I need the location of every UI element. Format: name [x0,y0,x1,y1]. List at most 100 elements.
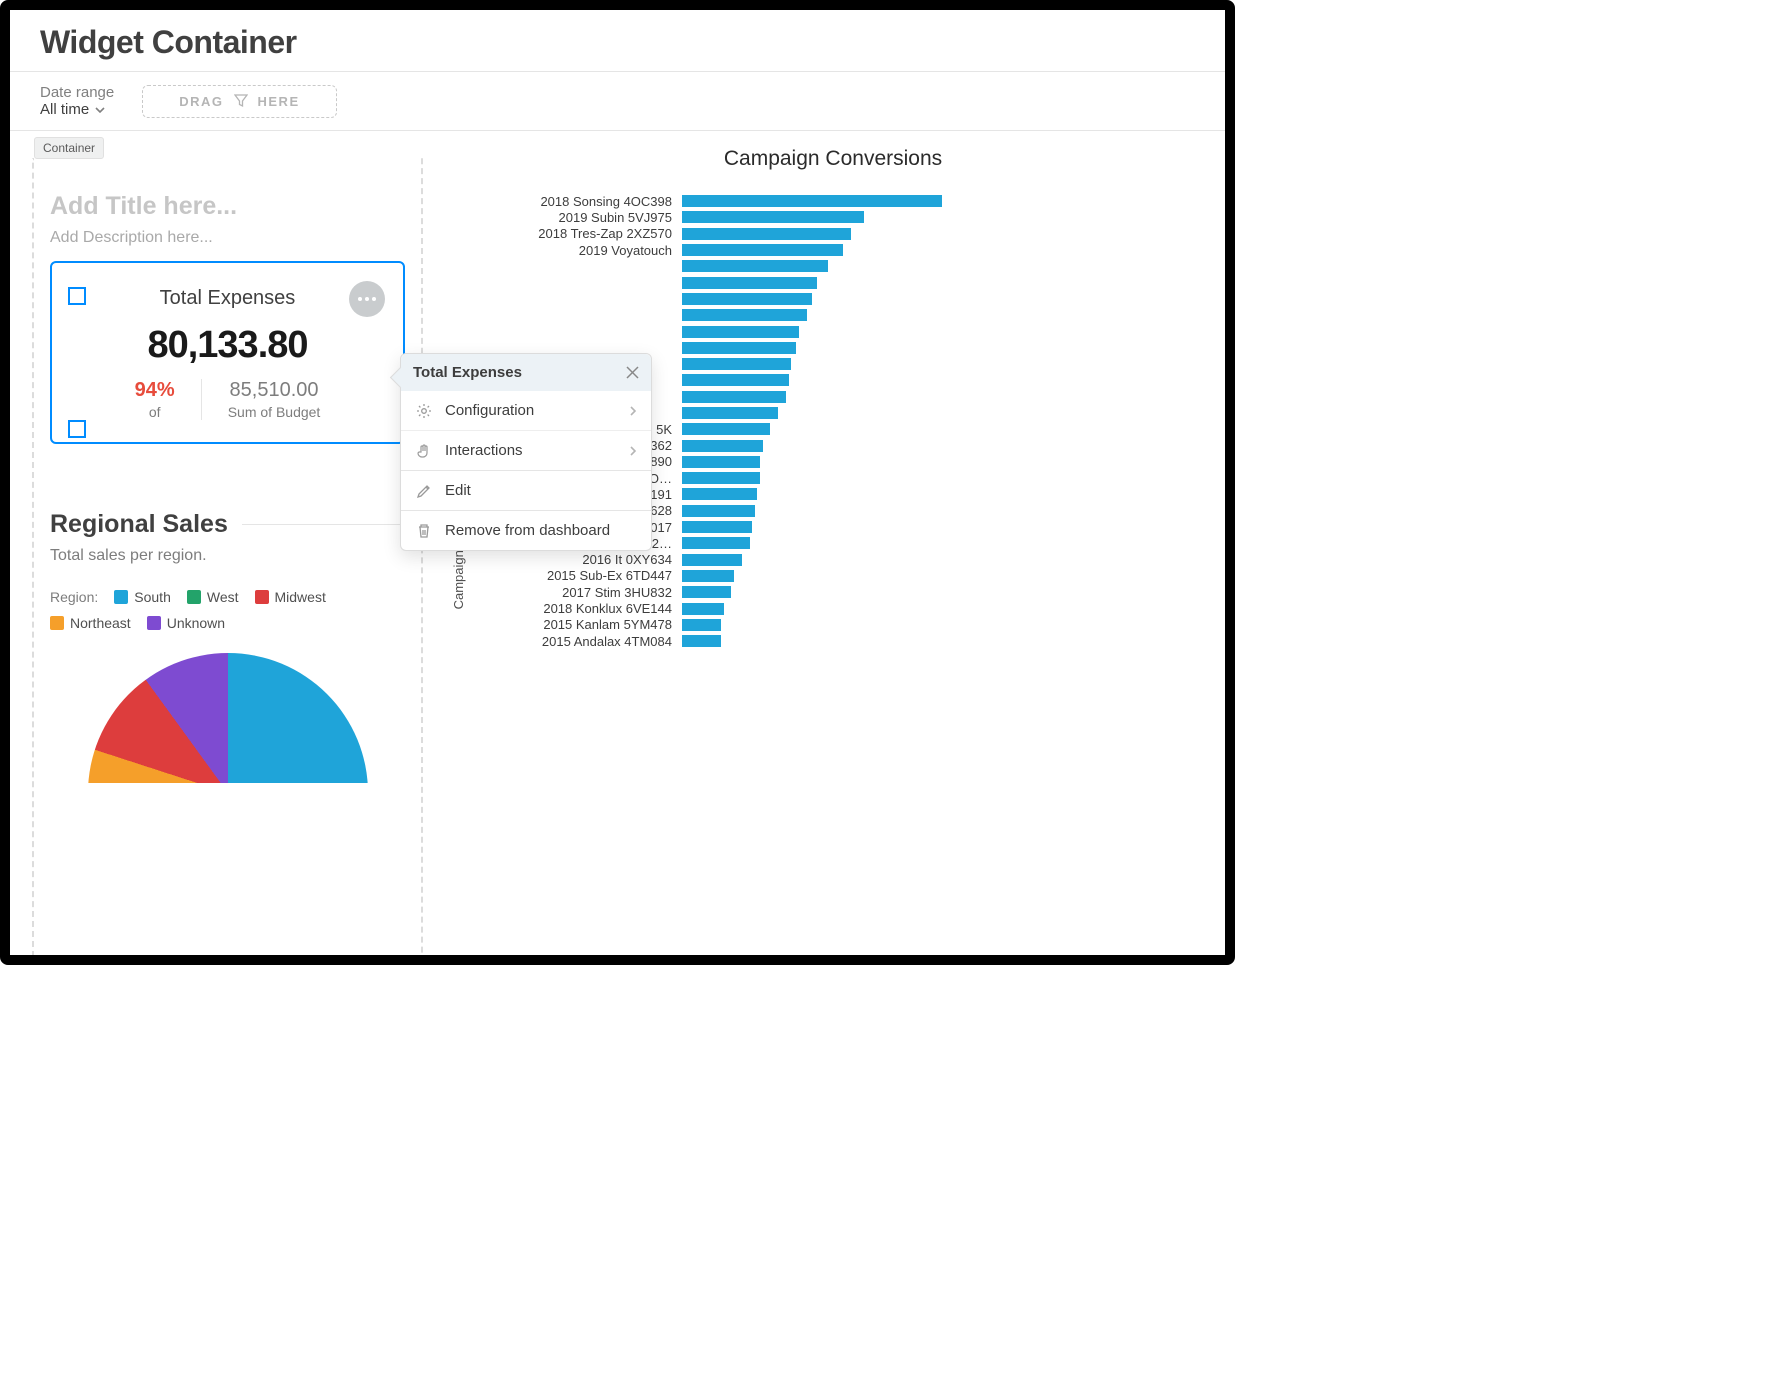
legend-text: Northeast [70,615,131,631]
popover-item-label: Edit [445,482,471,499]
bar-category: 2015 Kanlam 5YM478 [472,617,672,632]
campaign-chart-title: Campaign Conversions [451,147,1215,171]
popover-item-edit[interactable]: Edit [401,470,651,510]
legend-item[interactable]: West [187,589,239,605]
legend-item[interactable]: South [114,589,171,605]
bar-row: 2016 It 0XY634 [472,552,1215,568]
bar[interactable] [682,342,796,354]
bar[interactable] [682,570,734,582]
bar[interactable] [682,586,731,598]
bar[interactable] [682,391,786,403]
bar[interactable] [682,521,752,533]
bar-row [472,307,1215,323]
bar-row: 2018 Konklux 6VE144 [472,600,1215,616]
bar-category: 2016 It 0XY634 [472,552,672,567]
popover-item-remove-from-dashboard[interactable]: Remove from dashboard [401,510,651,550]
bar-row: 2015 Sub-Ex 6TD447 [472,568,1215,584]
popover-item-label: Configuration [445,402,534,419]
bar[interactable] [682,488,757,500]
bar-row [472,323,1215,339]
container-title-input[interactable]: Add Title here... [50,192,405,221]
bar-category: 2018 Konklux 6VE144 [472,601,672,616]
bar[interactable] [682,260,828,272]
kpi-title: Total Expenses [160,287,296,310]
bar[interactable] [682,211,864,223]
container-description-input[interactable]: Add Description here... [50,229,405,247]
drag-text-left: DRAG [179,94,223,109]
bar[interactable] [682,472,760,484]
regional-title: Regional Sales [50,510,228,539]
bar[interactable] [682,537,750,549]
pie-chart [50,653,405,783]
bar-row: 2017 Stim 3HU832 [472,584,1215,600]
bar[interactable] [682,505,755,517]
bar-category: 2018 Tres-Zap 2XZ570 [472,226,672,241]
bar[interactable] [682,228,851,240]
gear-icon [415,403,433,419]
regional-legend: Region: South West Midwest Northeast Unknown [50,589,405,631]
legend-swatch [187,590,201,604]
regional-subtitle: Total sales per region. [50,547,405,565]
legend-swatch [114,590,128,604]
widget-more-button[interactable] [349,281,385,317]
bar-row: 2018 Tres-Zap 2XZ570 [472,226,1215,242]
page-title: Widget Container [40,24,1195,61]
legend-swatch [50,616,64,630]
bar[interactable] [682,635,721,647]
bar[interactable] [682,293,812,305]
bar[interactable] [682,423,770,435]
bar[interactable] [682,603,724,615]
legend-swatch [255,590,269,604]
close-icon [626,366,639,379]
legend-text: Unknown [167,615,225,631]
legend-item[interactable]: Northeast [50,615,131,631]
popover-title: Total Expenses [413,364,522,381]
bar[interactable] [682,195,942,207]
legend-item[interactable]: Midwest [255,589,326,605]
bar[interactable] [682,244,843,256]
bar-category: 2019 Subin 5VJ975 [472,210,672,225]
bar[interactable] [682,374,789,386]
kpi-percent: 94% [135,379,175,402]
kpi-budget-sub: Sum of Budget [228,404,321,420]
bar-row [472,291,1215,307]
trash-icon [415,523,433,539]
legend-text: Midwest [275,589,326,605]
kpi-budget-value: 85,510.00 [228,379,321,402]
legend-text: South [134,589,171,605]
bar-category: 2018 Sonsing 4OC398 [472,194,672,209]
bar-category: 2015 Sub-Ex 6TD447 [472,568,672,583]
bar[interactable] [682,309,807,321]
bar-row: 2019 Subin 5VJ975 [472,209,1215,225]
bar-category: 2017 Stim 3HU832 [472,585,672,600]
bar[interactable] [682,358,791,370]
bar-row: 2019 Voyatouch [472,242,1215,258]
bar[interactable] [682,277,817,289]
bar[interactable] [682,326,799,338]
kpi-percent-sub: of [135,404,175,420]
popover-close-button[interactable] [626,366,639,379]
chevron-right-icon [629,405,637,417]
bar-row: 2015 Kanlam 5YM478 [472,617,1215,633]
legend-swatch [147,616,161,630]
bar-category: 2015 Andalax 4TM084 [472,634,672,649]
bar[interactable] [682,554,742,566]
popover-item-configuration[interactable]: Configuration [401,391,651,430]
kpi-value: 80,133.80 [68,324,387,367]
bar[interactable] [682,440,763,452]
date-range-label: Date range [40,84,114,101]
container-tab[interactable]: Container [34,137,104,159]
legend-item[interactable]: Unknown [147,615,225,631]
bar[interactable] [682,407,778,419]
pencil-icon [415,483,433,499]
widget-menu-popover: Total Expenses Configuration Interactions… [400,353,652,551]
bar[interactable] [682,619,721,631]
filter-drop-zone[interactable]: DRAG HERE [142,85,336,118]
date-range-filter[interactable]: Date range All time [40,84,114,118]
legend-label: Region: [50,589,98,605]
kpi-widget[interactable]: Total Expenses 80,133.80 94% of 85,510.0… [50,261,405,444]
bar[interactable] [682,456,760,468]
filter-bar: Date range All time DRAG HERE [10,72,1225,131]
date-range-value: All time [40,101,89,118]
popover-item-interactions[interactable]: Interactions [401,430,651,470]
